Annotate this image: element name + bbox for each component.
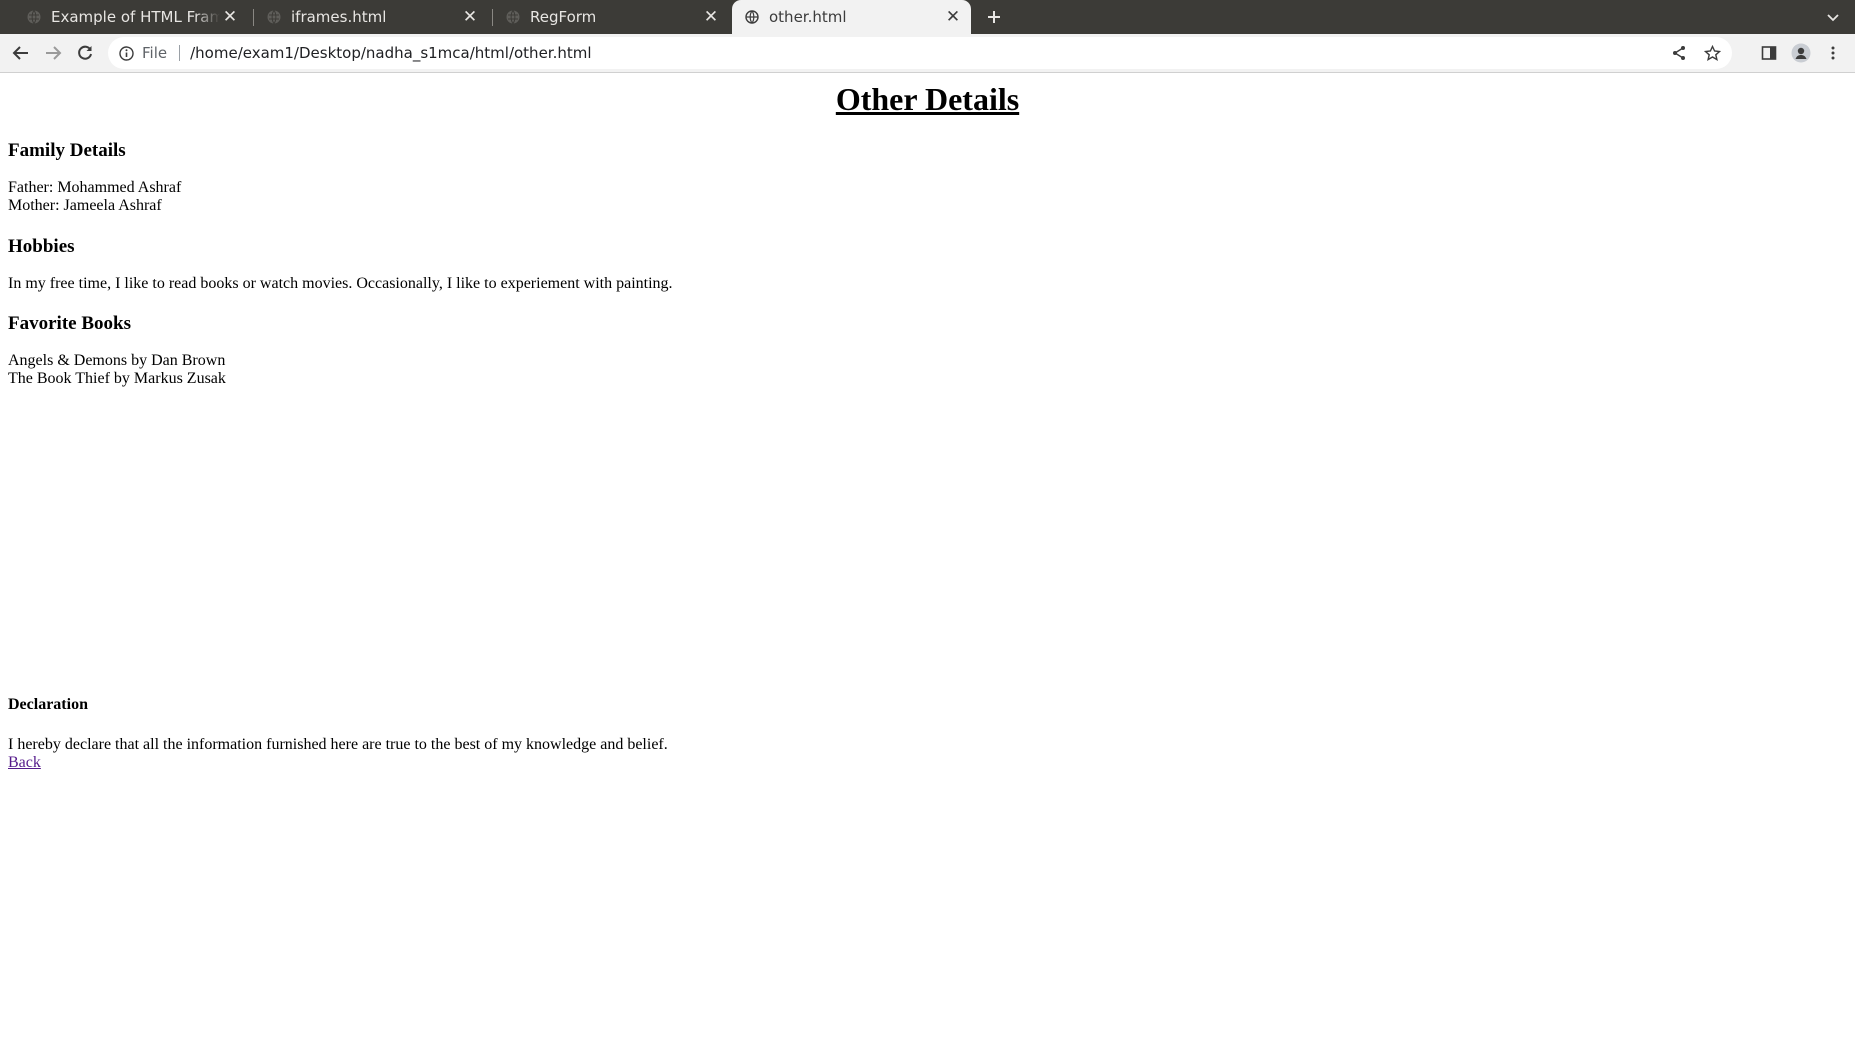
tab-title: iframes.html xyxy=(291,8,387,26)
browser-toolbar: File /home/exam1/Desktop/nadha_s1mca/htm… xyxy=(0,34,1855,72)
globe-icon xyxy=(744,10,759,25)
globe-icon xyxy=(266,10,281,25)
new-tab-button[interactable] xyxy=(982,5,1006,29)
globe-icon xyxy=(505,10,520,25)
forward-button[interactable] xyxy=(41,41,65,65)
reload-icon xyxy=(78,45,92,60)
tab-other-html[interactable]: other.html ✕ xyxy=(732,0,971,34)
tab-html-frames[interactable]: Example of HTML Frames ✕ xyxy=(0,0,248,34)
tab-search-button[interactable] xyxy=(1822,6,1844,28)
page-title: Other Details xyxy=(835,81,1020,117)
close-icon[interactable]: ✕ xyxy=(460,7,480,27)
chevron-down-icon xyxy=(1827,14,1839,22)
declaration-text: I hereby declare that all the informatio… xyxy=(8,736,668,753)
globe-icon xyxy=(26,10,41,25)
reload-button[interactable] xyxy=(73,41,97,65)
info-icon[interactable] xyxy=(118,45,134,61)
favorite-books-heading: Favorite Books xyxy=(8,313,131,334)
family-details-heading: Family Details xyxy=(8,140,126,161)
arrow-left-icon xyxy=(12,46,28,60)
site-info-chip[interactable]: File xyxy=(142,44,167,62)
menu-button[interactable] xyxy=(1821,41,1845,65)
bookmark-star-icon[interactable] xyxy=(1700,41,1724,65)
page-content: Other Details Family Details Father: Moh… xyxy=(0,73,1855,1056)
book-item: Angels & Demons by Dan Brown xyxy=(8,352,226,369)
omnibox-divider xyxy=(179,45,181,61)
hobbies-heading: Hobbies xyxy=(8,236,75,257)
more-vert-icon xyxy=(1831,46,1835,60)
tab-title: other.html xyxy=(769,8,847,26)
arrow-right-icon xyxy=(46,46,62,60)
tab-iframes[interactable]: iframes.html ✕ xyxy=(240,0,488,34)
profile-button[interactable] xyxy=(1789,41,1813,65)
address-bar[interactable]: File /home/exam1/Desktop/nadha_s1mca/htm… xyxy=(108,37,1732,69)
tab-strip: Example of HTML Frames ✕ iframes.html ✕ … xyxy=(0,0,1855,34)
tab-regform[interactable]: RegForm ✕ xyxy=(479,0,729,34)
close-icon[interactable]: ✕ xyxy=(701,7,721,27)
mother-text: Mother: Jameela Ashraf xyxy=(8,197,162,214)
url-text[interactable]: /home/exam1/Desktop/nadha_s1mca/html/oth… xyxy=(190,44,591,62)
declaration-heading: Declaration xyxy=(8,696,88,713)
back-button[interactable] xyxy=(9,41,33,65)
hobbies-text: In my free time, I like to read books or… xyxy=(8,275,673,292)
omnibox-actions xyxy=(1658,41,1724,65)
tab-title: Example of HTML Frames xyxy=(51,8,220,26)
plus-icon xyxy=(988,11,1000,23)
book-item: The Book Thief by Markus Zusak xyxy=(8,370,226,387)
close-icon[interactable]: ✕ xyxy=(220,7,240,27)
side-panel-icon xyxy=(1761,46,1777,60)
tab-title: RegForm xyxy=(530,8,597,26)
side-panel-button[interactable] xyxy=(1757,41,1781,65)
share-icon[interactable] xyxy=(1667,41,1691,65)
avatar-icon xyxy=(1791,43,1811,63)
father-text: Father: Mohammed Ashraf xyxy=(8,179,182,196)
close-icon[interactable]: ✕ xyxy=(943,7,963,27)
back-link[interactable]: Back xyxy=(8,754,41,772)
